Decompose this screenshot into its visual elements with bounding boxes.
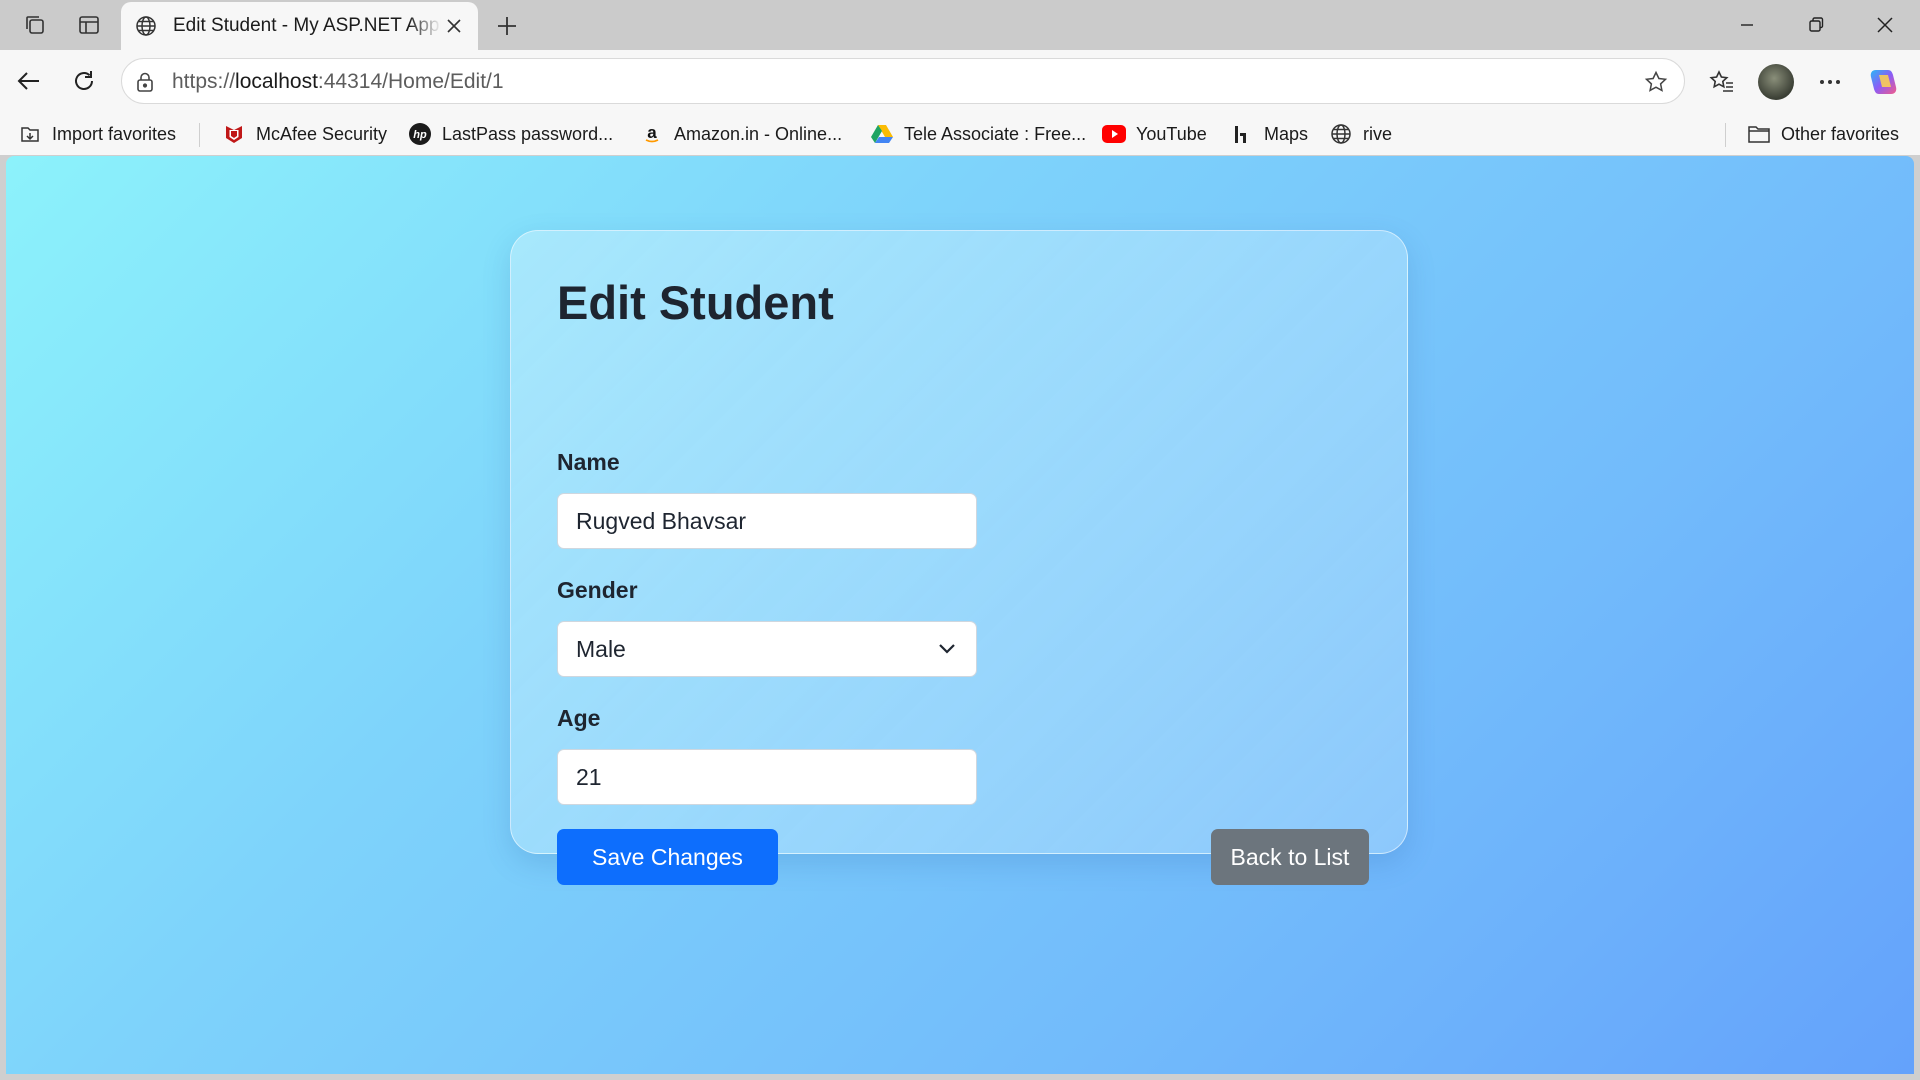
favorites-bar: Import favorites McAfee Security hp Last…	[0, 113, 1920, 155]
age-input[interactable]	[557, 749, 977, 805]
favorite-tele-associate[interactable]: Tele Associate : Free...	[870, 121, 1086, 147]
hp-icon: hp	[408, 122, 432, 146]
other-favorites[interactable]: Other favorites	[1747, 121, 1899, 147]
close-tab-icon[interactable]	[442, 14, 466, 38]
active-tab[interactable]: Edit Student - My ASP.NET Application	[121, 2, 478, 50]
favorite-youtube[interactable]: YouTube	[1102, 121, 1207, 147]
import-favorites-icon	[18, 122, 42, 146]
add-favorite-star-icon[interactable]	[1642, 68, 1670, 96]
favorite-lastpass[interactable]: hp LastPass password...	[408, 121, 613, 147]
page-title: Edit Student	[557, 276, 834, 329]
chevron-down-icon	[936, 638, 958, 660]
tab-title: Edit Student - My ASP.NET Application	[173, 15, 441, 36]
copilot-icon[interactable]	[1866, 64, 1902, 100]
page-viewport: Edit Student Name Gender Male Age Save C…	[6, 156, 1914, 1074]
url-text: https://localhost:44314/Home/Edit/1	[172, 70, 504, 93]
youtube-icon	[1102, 122, 1126, 146]
amazon-icon: a	[640, 122, 664, 146]
folder-icon	[1747, 122, 1771, 146]
browser-toolbar: https://localhost:44314/Home/Edit/1	[0, 50, 1920, 113]
name-label: Name	[557, 449, 620, 475]
age-label: Age	[557, 705, 601, 731]
svg-text:hp: hp	[413, 129, 427, 141]
more-options-icon[interactable]	[1812, 64, 1848, 100]
save-changes-button[interactable]: Save Changes	[557, 829, 778, 885]
name-input[interactable]	[557, 493, 977, 549]
back-to-list-button[interactable]: Back to List	[1211, 829, 1369, 885]
mcafee-icon	[222, 122, 246, 146]
vertical-tabs-icon[interactable]	[76, 12, 102, 38]
maps-icon	[1230, 122, 1254, 146]
svg-text:a: a	[647, 123, 657, 142]
favorites-icon[interactable]	[1704, 64, 1740, 100]
new-tab-icon[interactable]	[492, 11, 522, 41]
tab-bar: Edit Student - My ASP.NET Application	[0, 0, 1920, 50]
restore-icon[interactable]	[1793, 10, 1839, 40]
favorite-rive[interactable]: rive	[1329, 121, 1392, 147]
workspaces-icon[interactable]	[22, 12, 48, 38]
favorites-separator	[199, 123, 200, 147]
google-drive-icon	[870, 122, 894, 146]
gender-selected-value: Male	[576, 636, 626, 662]
refresh-icon[interactable]	[67, 64, 101, 98]
window-bottom-edge	[0, 1074, 1920, 1080]
profile-avatar[interactable]	[1758, 64, 1794, 100]
address-bar[interactable]: https://localhost:44314/Home/Edit/1	[121, 58, 1685, 104]
lock-icon[interactable]	[132, 69, 158, 95]
back-arrow-icon[interactable]	[12, 64, 46, 98]
close-window-icon[interactable]	[1862, 10, 1908, 40]
minimize-icon[interactable]	[1724, 10, 1770, 40]
globe-icon	[1329, 122, 1353, 146]
gender-label: Gender	[557, 577, 638, 603]
gender-select[interactable]: Male	[557, 621, 977, 677]
edit-student-card: Edit Student Name Gender Male Age Save C…	[510, 230, 1408, 885]
globe-icon	[133, 13, 159, 39]
favorites-separator	[1725, 123, 1726, 147]
favorite-amazon[interactable]: a Amazon.in - Online...	[640, 121, 842, 147]
favorite-mcafee[interactable]: McAfee Security	[222, 121, 387, 147]
favorite-maps[interactable]: Maps	[1230, 121, 1308, 147]
favorite-import-favorites[interactable]: Import favorites	[18, 121, 176, 147]
